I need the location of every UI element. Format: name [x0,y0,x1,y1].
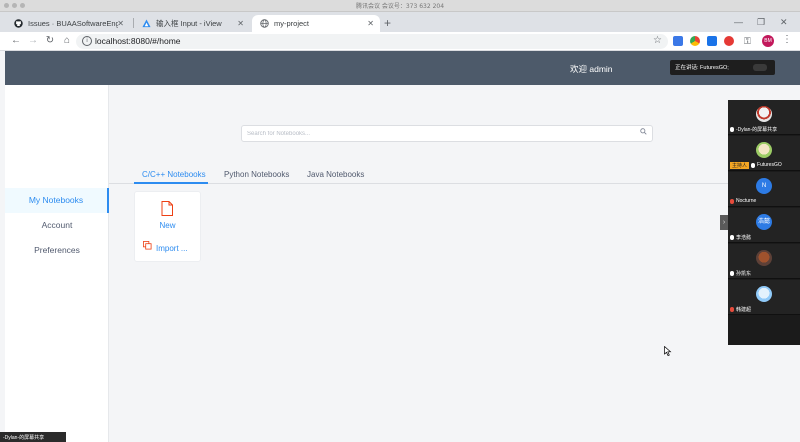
participant-name: FuturesGO [757,162,782,168]
host-badge: 主持人 [730,161,750,169]
menu-kebab-icon[interactable]: ⋮ [782,34,792,45]
extension-red-icon[interactable] [724,36,734,46]
address-bar[interactable]: i localhost:8080/#/home ☆ [76,34,668,49]
tab-label: my-project [274,19,310,28]
collapse-panel-handle[interactable]: › [720,215,728,230]
participant-name: 韩建超 [736,306,752,313]
participant-label: 韩建超 [730,305,751,313]
mic-icon [751,162,756,168]
avatar [756,286,772,302]
speaking-text: 正在讲话: FuturesGO; [675,65,729,71]
extension-news-icon[interactable] [673,36,683,46]
mouse-cursor-icon [664,346,672,356]
import-icon [143,241,152,250]
close-window-icon[interactable]: ✕ [780,17,788,28]
mic-icon [730,270,734,276]
sidebar-item-my-notebooks[interactable]: My Notebooks [5,188,109,213]
tab-label: 输入框 Input - iView [156,19,222,28]
mic-icon [730,234,734,240]
welcome-text[interactable]: 欢迎 admin [570,63,613,75]
screen-share-icon [730,126,734,132]
home-icon[interactable]: ⌂ [61,35,73,47]
tab-label: Issues · BUAASoftwareEnginee [28,19,118,28]
avatar [756,250,772,266]
screen-share-bar[interactable]: -Dylan-的屏幕共享 [0,432,66,442]
notebook-search [241,125,653,142]
participant-name: Nocturne [736,198,757,204]
tab-java-notebooks[interactable]: Java Notebooks [307,168,364,183]
new-notebook-card[interactable]: New Import ... [134,191,201,262]
audio-level-icon [753,64,767,71]
participant-label: 孙凯东 [730,269,751,277]
close-icon[interactable]: ✕ [117,19,124,28]
mic-muted-icon [730,198,734,204]
iview-icon [142,19,151,28]
extension-translate-icon[interactable] [707,36,717,46]
sidebar-item-account[interactable]: Account [5,213,109,238]
restore-icon[interactable]: ❐ [757,17,765,28]
bookmark-star-icon[interactable]: ☆ [653,35,662,46]
window-titlebar: 腾讯会议 会议号：373 632 204 [0,0,800,12]
info-icon[interactable]: i [82,36,92,46]
key-icon[interactable]: ⚿ [744,36,754,46]
screen: 腾讯会议 会议号：373 632 204 Issues · BUAASoftwa… [0,0,800,442]
search-icon[interactable] [640,128,647,137]
participant-label: 李浩懿 [730,233,751,241]
import-button[interactable]: Import ... [156,244,188,253]
extension-chrome-icon[interactable] [690,36,700,46]
sidebar-menu: My Notebooks Account Preferences [5,85,109,442]
participant-tile[interactable]: N Nocturne [728,172,800,207]
profile-avatar[interactable]: BM [762,35,774,47]
participant-tile[interactable]: 孙凯东 [728,244,800,279]
participant-tile[interactable]: 韩建超 [728,280,800,315]
browser-toolbar: ← → ↻ ⌂ i localhost:8080/#/home ☆ ⚿ BM ⋮ [0,32,800,51]
document-icon [161,201,173,216]
mic-muted-icon [730,306,734,312]
share-bar-text: -Dylan-的屏幕共享 [3,435,45,441]
avatar: N [756,178,772,194]
participant-video-panel: -Dylan-的屏幕共享 主持人 FuturesGO N Nocturne 浩懿 … [728,100,800,345]
speaking-indicator: 正在讲话: FuturesGO; [670,60,775,75]
browser-tab-my-project[interactable]: my-project ✕ [252,15,380,32]
active-tab-indicator [134,182,208,184]
reload-icon[interactable]: ↻ [44,35,56,47]
tab-cpp-notebooks[interactable]: C/C++ Notebooks [142,168,206,183]
back-icon[interactable]: ← [10,35,22,47]
close-icon[interactable]: ✕ [367,19,374,28]
avatar [756,106,772,122]
globe-icon [260,19,269,28]
search-input[interactable] [247,128,627,140]
new-button[interactable]: New [135,221,200,230]
github-icon [14,19,23,28]
participant-tile[interactable]: 主持人 FuturesGO [728,136,800,171]
participant-label: 主持人 FuturesGO [730,161,782,169]
tab-python-notebooks[interactable]: Python Notebooks [224,168,289,183]
browser-tab-issues[interactable]: Issues · BUAASoftwareEnginee ✕ [6,15,130,32]
close-icon[interactable]: ✕ [237,19,244,28]
participant-label: -Dylan-的屏幕共享 [730,125,777,133]
avatar: 浩懿 [756,214,772,230]
url-text[interactable]: localhost:8080/#/home [95,36,181,46]
participant-name: 李浩懿 [736,234,752,241]
window-caption: 腾讯会议 会议号：373 632 204 [355,3,445,10]
participant-name: 孙凯东 [736,270,752,277]
participant-name: -Dylan-的屏幕共享 [736,126,778,133]
new-tab-icon[interactable]: + [384,16,391,30]
forward-icon[interactable]: → [27,35,39,47]
avatar [756,142,772,158]
participant-tile[interactable]: -Dylan-的屏幕共享 [728,100,800,135]
participant-tile[interactable]: 浩懿 李浩懿 [728,208,800,243]
browser-tabstrip: Issues · BUAASoftwareEnginee ✕ 输入框 Input… [0,12,800,32]
browser-tab-iview[interactable]: 输入框 Input - iView ✕ [134,15,250,32]
minimize-icon[interactable]: — [734,17,743,27]
participant-label: Nocturne [730,197,756,205]
sidebar-item-preferences[interactable]: Preferences [5,238,109,263]
